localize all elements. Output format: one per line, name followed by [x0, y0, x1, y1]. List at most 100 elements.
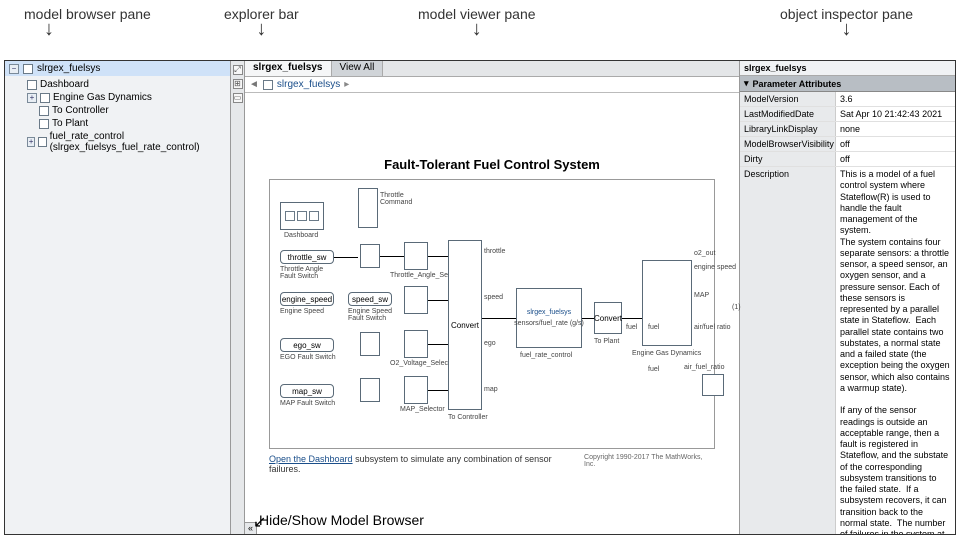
tree-node-to-controller[interactable]: To Controller — [15, 104, 228, 117]
port-throttle: throttle — [484, 248, 505, 255]
label-to-controller: To Controller — [448, 414, 488, 421]
block-speed-selector[interactable] — [404, 286, 428, 314]
tool-nav-icon[interactable]: ▭ — [233, 93, 243, 103]
label-map-fault: MAP Fault Switch — [280, 400, 335, 407]
wire — [428, 256, 448, 257]
browser-root-label: slrgex_fuelsys — [37, 63, 100, 74]
prop-row-lastmodified[interactable]: LastModifiedDateSat Apr 10 21:42:43 2021 — [740, 107, 955, 122]
port-ego: ego — [484, 340, 496, 347]
label-engine-gas: Engine Gas Dynamics — [632, 350, 701, 357]
port-o2-out: o2_out — [694, 250, 715, 257]
prop-row-dirty[interactable]: Dirtyoff — [740, 152, 955, 167]
collapse-icon: − — [9, 64, 19, 74]
viewer-toolbar: ⤢ ⊞ ▭ — [231, 61, 245, 534]
wire — [428, 344, 448, 345]
port-map: map — [484, 386, 498, 393]
label-throttle-fault: Throttle Angle Fault Switch — [280, 266, 323, 280]
block-throttle-selector[interactable] — [404, 242, 428, 270]
tab-model[interactable]: slrgex_fuelsys — [245, 61, 332, 76]
wire — [334, 257, 358, 258]
footer-text: Open the Dashboard subsystem to simulate… — [269, 454, 584, 474]
block-ego-sw[interactable]: ego_sw — [280, 338, 334, 352]
wire — [428, 390, 448, 391]
tool-zoom-icon[interactable]: ⊞ — [233, 79, 243, 89]
subsystem-icon — [38, 137, 46, 147]
block-map-sw[interactable]: map_sw — [280, 384, 334, 398]
wire — [622, 318, 642, 319]
diagram-title: Fault-Tolerant Fuel Control System — [245, 157, 739, 172]
inspector-section-header[interactable]: ▾ Parameter Attributes — [740, 76, 955, 92]
block-throttle-sw[interactable]: throttle_sw — [280, 250, 334, 264]
block-ego-switch[interactable] — [360, 332, 380, 356]
wire — [582, 318, 594, 319]
diagram-footer: Open the Dashboard subsystem to simulate… — [269, 454, 715, 474]
port-engine-speed: engine speed — [694, 264, 736, 271]
block-map-switch[interactable] — [360, 378, 380, 402]
breadcrumb-root[interactable]: slrgex_fuelsys — [277, 79, 340, 90]
prop-row-modelversion[interactable]: ModelVersion3.6 — [740, 92, 955, 107]
diagram-frame: Dashboard Throttle Command throttle_sw T… — [269, 179, 715, 449]
viewer-tabs: slrgex_fuelsys View All — [245, 61, 739, 77]
block-throttle-switch[interactable] — [360, 244, 380, 268]
arrow-icon: ↙ — [253, 512, 266, 532]
open-dashboard-link[interactable]: Open the Dashboard — [269, 454, 353, 464]
label-dashboard: Dashboard — [284, 232, 318, 239]
label-one: (1) — [732, 304, 741, 311]
label-map-selector: MAP_Selector — [400, 406, 445, 413]
subsystem-icon — [39, 106, 49, 116]
tree-node-to-plant[interactable]: To Plant — [15, 117, 228, 130]
port-fuel: fuel — [648, 324, 659, 331]
block-engine-gas-dynamics[interactable] — [642, 260, 692, 346]
inspector-title: slrgex_fuelsys — [740, 61, 955, 76]
diagram-canvas[interactable]: Fault-Tolerant Fuel Control System Dashb… — [245, 93, 739, 534]
annot-inspector: object inspector pane↓ — [780, 6, 913, 36]
tab-view-all[interactable]: View All — [332, 61, 384, 76]
label-fuel: fuel — [626, 324, 637, 331]
collapse-icon: ▾ — [744, 78, 749, 89]
block-fuel-rate-control[interactable]: slrgex_fuelsys sensors/fuel_rate (g/s) — [516, 288, 582, 348]
explorer-bar: ◄ slrgex_fuelsys ▸ — [245, 77, 739, 93]
inspector-table: ModelVersion3.6 LastModifiedDateSat Apr … — [740, 92, 955, 534]
label-speed-fault: Engine Speed Fault Switch — [348, 308, 392, 322]
block-convert[interactable]: Convert — [448, 240, 482, 410]
block-scope[interactable] — [702, 374, 724, 396]
subsystem-icon — [39, 119, 49, 129]
label-throttle-command: Throttle Command — [380, 192, 412, 206]
tree-node-fuel-rate-control[interactable]: + fuel_rate_control (slrgex_fuelsys_fuel… — [15, 130, 228, 154]
block-engine-speed[interactable]: engine_speed — [280, 292, 334, 306]
block-slrgex-link[interactable]: slrgex_fuelsys — [527, 309, 571, 316]
block-map-selector[interactable] — [404, 376, 428, 404]
block-o2-selector[interactable] — [404, 330, 428, 358]
model-icon — [23, 64, 33, 74]
breadcrumb-sep-icon: ▸ — [344, 79, 349, 90]
block-convert2[interactable]: Convert — [594, 302, 622, 334]
back-icon[interactable]: ◄ — [249, 79, 259, 90]
tool-fit-icon[interactable]: ⤢ — [233, 65, 243, 75]
subsystem-icon — [27, 80, 37, 90]
prop-row-browser-visibility[interactable]: ModelBrowserVisibilityoff — [740, 137, 955, 152]
wire — [380, 256, 404, 257]
tree-node-dashboard[interactable]: Dashboard — [15, 78, 228, 91]
subsystem-icon — [40, 93, 50, 103]
label-engine-speed: Engine Speed — [280, 308, 324, 315]
port-airfuel: air/fuel ratio — [694, 324, 731, 331]
browser-root-node[interactable]: − slrgex_fuelsys — [5, 61, 230, 76]
label-air-fuel-ratio: air_fuel_ratio — [684, 364, 724, 371]
block-dashboard[interactable] — [280, 202, 324, 230]
tree-node-engine-gas[interactable]: + Engine Gas Dynamics — [15, 91, 228, 104]
prop-row-description[interactable]: DescriptionThis is a model of a fuel con… — [740, 167, 955, 534]
label-to-plant: To Plant — [594, 338, 619, 345]
annot-viewer: model viewer pane↓ — [418, 6, 536, 36]
copyright-text: Copyright 1990-2017 The MathWorks, Inc. — [584, 454, 715, 474]
annot-explorer: explorer bar↓ — [224, 6, 299, 36]
block-speed-sw[interactable]: speed_sw — [348, 292, 392, 306]
model-browser-pane: − slrgex_fuelsys Dashboard + Engine Gas … — [5, 61, 231, 534]
block-throttle-command[interactable] — [358, 188, 378, 228]
annot-browser: model browser pane↓ — [24, 6, 151, 36]
expand-icon[interactable]: + — [27, 93, 37, 103]
wire — [428, 300, 448, 301]
label-fuel3: fuel — [648, 366, 659, 373]
expand-icon[interactable]: + — [27, 137, 35, 147]
object-inspector-pane: slrgex_fuelsys ▾ Parameter Attributes Mo… — [739, 61, 955, 534]
prop-row-librarylink[interactable]: LibraryLinkDisplaynone — [740, 122, 955, 137]
